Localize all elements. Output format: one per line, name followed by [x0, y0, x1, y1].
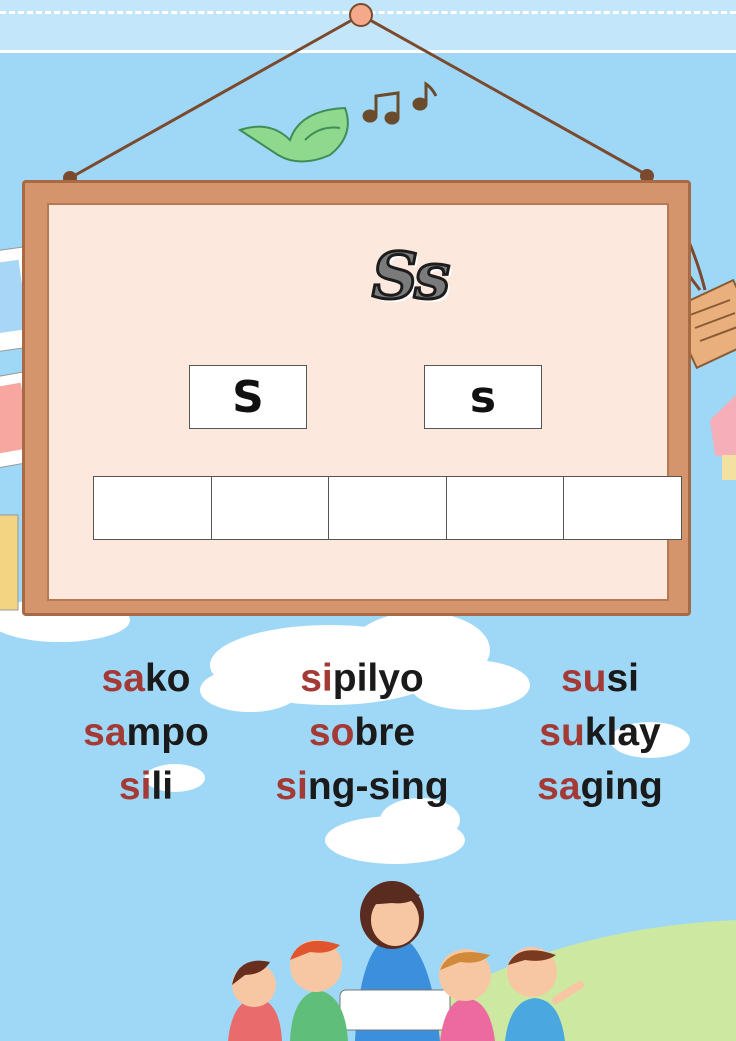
board-panel: Ss S s: [47, 203, 682, 601]
word: suklay: [539, 711, 661, 754]
word-column-1: sako sampo sili: [26, 655, 266, 817]
hanging-board: Ss S s: [22, 180, 691, 616]
board-title: Ss: [370, 238, 451, 316]
writing-grid: [93, 476, 682, 540]
word: sipilyo: [300, 657, 424, 700]
word: susi: [560, 657, 640, 700]
word: sampo: [83, 711, 209, 754]
word-column-2: sipilyo sobre sing-sing: [242, 655, 482, 817]
teacher-and-children-illustration: [228, 881, 584, 1041]
pin: [349, 3, 373, 27]
writing-cell[interactable]: [447, 477, 565, 539]
lowercase-box: s: [424, 365, 542, 429]
word: sako: [101, 657, 191, 700]
writing-cell[interactable]: [329, 477, 447, 539]
word-column-3: susi suklay saging: [480, 655, 720, 817]
word: sing-sing: [275, 765, 449, 808]
writing-cell[interactable]: [94, 477, 212, 539]
bird-icon: [237, 106, 349, 163]
uppercase-box: S: [189, 365, 307, 429]
word: sili: [118, 765, 174, 808]
writing-cell[interactable]: [212, 477, 330, 539]
writing-cell[interactable]: [564, 477, 681, 539]
word: sobre: [308, 711, 416, 754]
word: saging: [537, 765, 663, 808]
music-notes-icon: [362, 81, 438, 125]
